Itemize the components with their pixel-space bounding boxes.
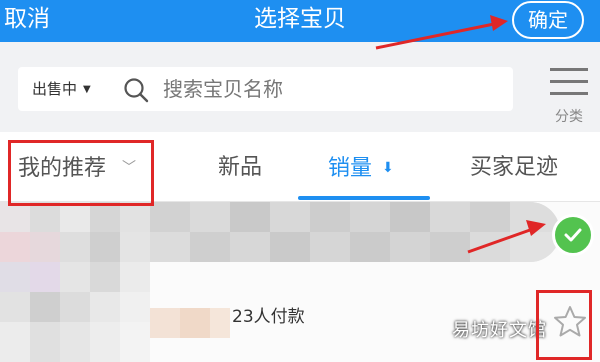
arrow-to-check bbox=[467, 220, 546, 254]
annotation-arrows bbox=[375, 15, 546, 254]
arrow-to-confirm bbox=[375, 15, 508, 50]
